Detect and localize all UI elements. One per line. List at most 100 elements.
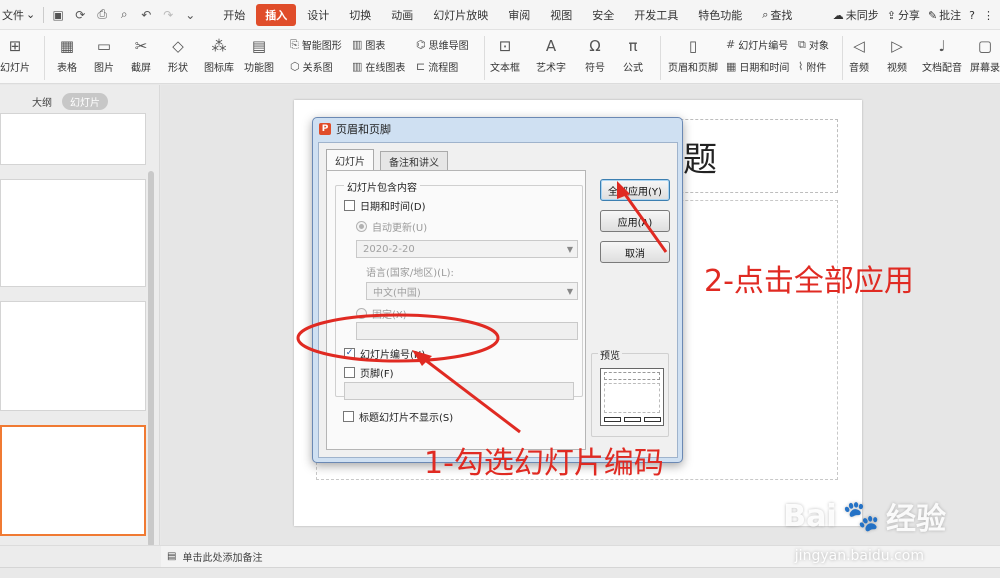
online-chart-button[interactable]: ▥ 在线图表 xyxy=(352,59,405,74)
footer-option[interactable]: 页脚(F) xyxy=(344,365,394,380)
date-time-option[interactable]: 日期和时间(D) xyxy=(344,198,426,213)
share-button[interactable]: ⇪ 分享 xyxy=(887,7,920,23)
screenshot-button[interactable]: ✂ 截屏 xyxy=(130,36,152,74)
flowchart-icon: ⊏ xyxy=(416,60,426,73)
calendar-icon: ▦ xyxy=(726,60,737,73)
fixed-date-field[interactable] xyxy=(356,322,578,340)
undo-icon[interactable]: ↶ xyxy=(136,8,156,22)
tab-slide[interactable]: 幻灯片 xyxy=(326,149,374,170)
hide-on-title-option[interactable]: 标题幻灯片不显示(S) xyxy=(343,409,453,424)
table-button[interactable]: ▦ 表格 xyxy=(56,36,78,74)
tab-animation[interactable]: 动画 xyxy=(382,4,422,26)
chart-button[interactable]: ▥ 图表 xyxy=(352,37,385,52)
date-time-checkbox[interactable] xyxy=(344,200,355,211)
search-button[interactable]: ⌕ 查找 xyxy=(753,4,801,26)
picture-button[interactable]: ▭ 图片 xyxy=(93,36,115,74)
slide-number-option[interactable]: ✓ 幻灯片编号(N) xyxy=(344,346,425,361)
tab-outline[interactable]: 大纲 xyxy=(28,93,56,110)
tab-slides[interactable]: 幻灯片 xyxy=(62,93,108,110)
auto-update-radio[interactable] xyxy=(356,221,367,232)
language-select[interactable]: 中文(中国) ▼ xyxy=(366,282,578,300)
icon-library-button[interactable]: ⁂ 图标库 xyxy=(204,36,234,74)
print-preview-icon[interactable]: ⌕ xyxy=(114,7,134,22)
mindmap-icon: ⌬ xyxy=(416,38,426,51)
slide-number-checkbox[interactable]: ✓ xyxy=(344,348,355,359)
header-footer-icon: ▯ xyxy=(688,37,698,55)
object-button[interactable]: ⧉ 对象 xyxy=(798,37,829,53)
textbox-label: 文本框 xyxy=(490,63,520,74)
tab-features[interactable]: 特色功能 xyxy=(689,4,751,26)
pane-tabs: 大纲 幻灯片 xyxy=(28,93,108,110)
table-icon: ▦ xyxy=(59,37,75,55)
datetime-label: 日期和时间 xyxy=(739,63,790,74)
new-slide-button[interactable]: ⊞ 幻灯片 xyxy=(0,36,30,74)
tab-transition[interactable]: 切换 xyxy=(340,4,380,26)
fixed-radio[interactable] xyxy=(356,308,367,319)
tab-view[interactable]: 视图 xyxy=(541,4,581,26)
tab-security[interactable]: 安全 xyxy=(583,4,623,26)
print-icon[interactable]: ⎙ xyxy=(92,7,112,22)
textbox-button[interactable]: ⊡ 文本框 xyxy=(490,36,520,74)
function-chart-button[interactable]: ▤ 功能图 xyxy=(244,36,274,74)
slide-thumbnail-selected[interactable] xyxy=(0,425,146,536)
slide-thumbnail[interactable] xyxy=(0,301,146,411)
shape-button[interactable]: ◇ 形状 xyxy=(167,36,189,74)
date-format-select[interactable]: 2020-2-20 ▼ xyxy=(356,240,578,258)
video-button[interactable]: ▷ 视频 xyxy=(886,36,908,74)
tab-home[interactable]: 开始 xyxy=(214,4,254,26)
wordart-label: 艺术字 xyxy=(536,63,566,74)
menu-right-group: ☁ 未同步 ⇪ 分享 ✎ 批注 ? ⋮ xyxy=(833,0,1000,30)
comment-button[interactable]: ✎ 批注 xyxy=(928,7,961,23)
auto-update-option[interactable]: 自动更新(U) xyxy=(356,219,427,234)
header-footer-button[interactable]: ▯ 页眉和页脚 xyxy=(668,36,718,74)
smart-shape-button[interactable]: ⎘ 智能图形 xyxy=(290,37,342,53)
redo-icon[interactable]: ↷ xyxy=(158,8,178,22)
help-button[interactable]: ? xyxy=(969,9,975,22)
pane-scrollbar[interactable] xyxy=(148,171,154,547)
slide-thumbnail[interactable] xyxy=(0,113,146,165)
symbol-button[interactable]: Ω 符号 xyxy=(584,36,606,74)
slide-number-label: 幻灯片编号(N) xyxy=(360,350,426,361)
smart-shape-label: 智能图形 xyxy=(301,41,342,52)
ribbon-toolbar: ⊞ 幻灯片 ▦ 表格 ▭ 图片 ✂ 截屏 ◇ 形状 ⁂ 图标库 ▤ 功能图 ⎘ … xyxy=(0,30,1000,84)
footer-text-field[interactable] xyxy=(344,382,574,400)
save-icon[interactable]: ▣ xyxy=(48,8,68,22)
cancel-button[interactable]: 取消 xyxy=(600,241,670,263)
paw-icon: 🐾 xyxy=(842,498,880,534)
tab-insert[interactable]: 插入 xyxy=(256,3,297,26)
tab-review[interactable]: 审阅 xyxy=(499,4,539,26)
audio-button[interactable]: ◁ 音频 xyxy=(848,36,870,74)
slides-pane: 大纲 幻灯片 + xyxy=(0,85,160,566)
slide-number-button[interactable]: # 幻灯片编号 xyxy=(726,37,788,52)
fixed-option[interactable]: 固定(X) xyxy=(356,306,407,321)
footer-checkbox[interactable] xyxy=(344,367,355,378)
datetime-button[interactable]: ▦ 日期和时间 xyxy=(726,59,789,74)
watermark-brand: Bai xyxy=(783,498,837,534)
attachment-button[interactable]: ⌇ 附件 xyxy=(798,59,826,74)
mindmap-button[interactable]: ⌬ 思维导图 xyxy=(416,37,469,52)
tab-slideshow[interactable]: 幻灯片放映 xyxy=(424,4,497,26)
slide-thumbnail[interactable] xyxy=(0,179,146,287)
divider xyxy=(44,36,45,80)
sync-button[interactable]: ☁ 未同步 xyxy=(833,7,879,23)
dialog-titlebar[interactable]: P 页眉和页脚 xyxy=(313,118,682,140)
screen-record-label: 屏幕录 xyxy=(970,63,1000,74)
formula-button[interactable]: π 公式 xyxy=(622,36,644,74)
cloud-save-icon[interactable]: ⟳ xyxy=(70,8,90,22)
voiceover-button[interactable]: ♩ 文档配音 xyxy=(922,36,962,74)
wordart-button[interactable]: A 艺术字 xyxy=(536,36,566,74)
tab-notes-handouts[interactable]: 备注和讲义 xyxy=(380,151,448,170)
file-menu[interactable]: 文件 ⌄ xyxy=(0,7,39,23)
online-chart-label: 在线图表 xyxy=(365,63,406,74)
flowchart-button[interactable]: ⊏ 流程图 xyxy=(416,59,458,74)
footer-label: 页脚(F) xyxy=(360,369,394,380)
tab-developer[interactable]: 开发工具 xyxy=(625,4,687,26)
screen-record-button[interactable]: ▢ 屏幕录 xyxy=(970,36,1000,74)
hide-on-title-checkbox[interactable] xyxy=(343,411,354,422)
apply-button[interactable]: 应用(A) xyxy=(600,210,670,232)
more-button[interactable]: ⋮ xyxy=(983,9,994,22)
apply-all-button[interactable]: 全部应用(Y) xyxy=(600,179,670,201)
customize-icon[interactable]: ⌄ xyxy=(180,8,200,22)
relation-button[interactable]: ⬡ 关系图 xyxy=(290,59,333,74)
tab-design[interactable]: 设计 xyxy=(298,4,338,26)
